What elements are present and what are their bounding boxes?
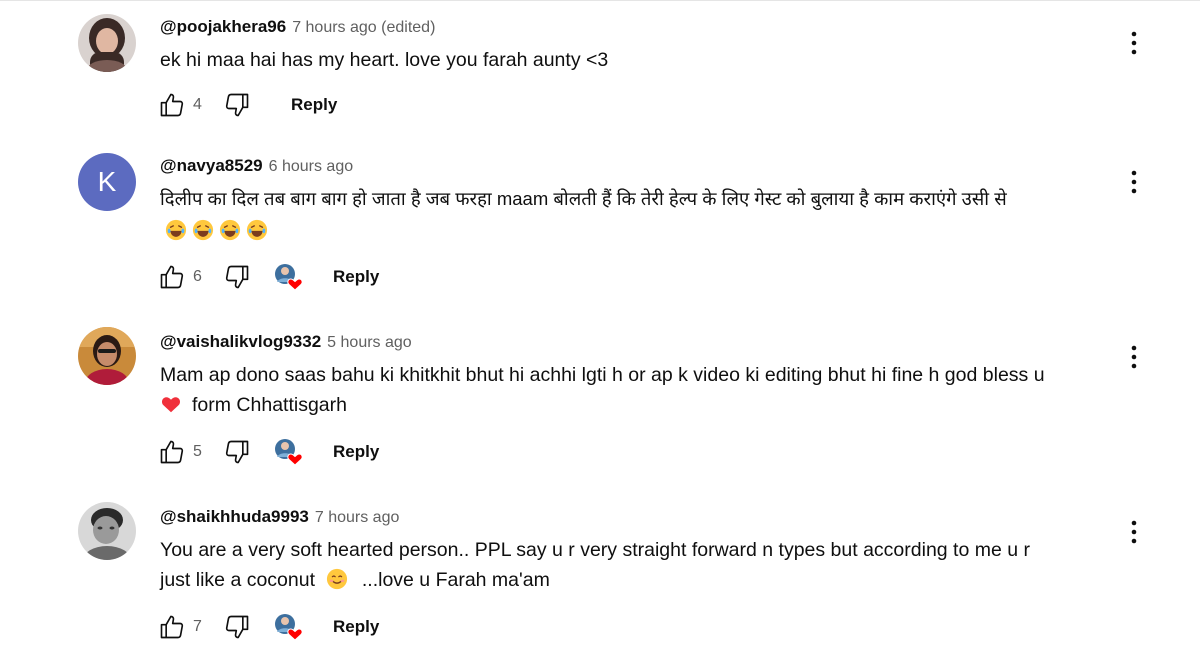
reply-button[interactable]: Reply xyxy=(325,438,387,466)
thumbs-down-icon xyxy=(225,615,249,639)
comment-text-fragment: just like a coconut xyxy=(160,569,316,591)
laughing-emoji-icon xyxy=(247,219,268,241)
like-count: 4 xyxy=(193,96,202,113)
comment-timestamp[interactable]: 6 hours ago xyxy=(269,158,354,175)
more-options-button[interactable] xyxy=(1122,517,1146,547)
like-count: 7 xyxy=(193,618,202,635)
laughing-emoji-icon xyxy=(220,219,241,241)
smiling-emoji-icon xyxy=(327,568,348,590)
comment-text-line: form Chhattisgarh xyxy=(160,390,1120,420)
vertical-dots-icon xyxy=(1131,31,1137,55)
comment-actions: 5 Reply xyxy=(156,437,387,467)
like-count: 6 xyxy=(193,268,202,285)
comment-actions: 7 Reply xyxy=(156,612,387,642)
comment-actions: 6 Reply xyxy=(156,262,387,292)
red-heart-icon xyxy=(161,397,181,413)
comment-header: @shaikhhuda9993 7 hours ago xyxy=(160,505,399,530)
like-button[interactable] xyxy=(156,262,188,292)
comment-thread: @shaikhhuda9993 7 hours ago You are a ver… xyxy=(0,490,1200,655)
comment-thread: K @navya8529 6 hours ago दिलीप का दिल तब … xyxy=(0,140,1200,315)
comment-header: @navya8529 6 hours ago xyxy=(160,154,353,179)
comment-header: @poojakhera96 7 hours ago (edited) xyxy=(160,15,435,40)
comment-text: You are a very soft hearted person.. PPL… xyxy=(160,535,1120,595)
dislike-button[interactable] xyxy=(221,90,253,120)
comment-thread: @vaishalikvlog9332 5 hours ago Mam ap don… xyxy=(0,315,1200,490)
comment-thread: @poojakhera96 7 hours ago (edited) ek hi … xyxy=(0,0,1200,140)
thumbs-down-icon xyxy=(225,440,249,464)
vertical-dots-icon xyxy=(1131,345,1137,369)
thumbs-up-icon xyxy=(160,93,184,117)
dislike-button[interactable] xyxy=(221,262,253,292)
thumbs-down-icon xyxy=(225,93,249,117)
thumbs-up-icon xyxy=(160,440,184,464)
like-count: 5 xyxy=(193,443,202,460)
avatar[interactable] xyxy=(78,502,136,560)
creator-heart-icon xyxy=(273,262,305,292)
comment-author[interactable]: @shaikhhuda9993 xyxy=(160,507,309,526)
creator-heart-icon xyxy=(273,612,305,642)
comment-timestamp[interactable]: 5 hours ago xyxy=(327,334,412,351)
comment-author[interactable]: @vaishalikvlog9332 xyxy=(160,332,321,351)
comment-text: ek hi maa hai has my heart. love you far… xyxy=(160,49,609,71)
laughing-emoji-icon xyxy=(166,219,187,241)
more-options-button[interactable] xyxy=(1122,167,1146,197)
comment-author[interactable]: @poojakhera96 xyxy=(160,17,286,36)
more-options-button[interactable] xyxy=(1122,28,1146,58)
reply-button[interactable]: Reply xyxy=(325,613,387,641)
comment-text-line: You are a very soft hearted person.. PPL… xyxy=(160,539,1030,561)
comment-text-fragment: ...love u Farah ma'am xyxy=(361,569,550,591)
dislike-button[interactable] xyxy=(221,437,253,467)
comment-timestamp[interactable]: 7 hours ago (edited) xyxy=(292,19,435,36)
thumbs-down-icon xyxy=(225,265,249,289)
reply-button[interactable]: Reply xyxy=(325,263,387,291)
comment-timestamp[interactable]: 7 hours ago xyxy=(315,509,400,526)
like-button[interactable] xyxy=(156,90,188,120)
avatar-letter: K xyxy=(97,166,117,197)
avatar[interactable] xyxy=(78,327,136,385)
comment-author[interactable]: @navya8529 xyxy=(160,156,263,175)
thumbs-up-icon xyxy=(160,265,184,289)
comment-text-line: just like a coconut ...love u Farah ma'a… xyxy=(160,565,1120,595)
laughing-emoji-icon xyxy=(193,219,214,241)
more-options-button[interactable] xyxy=(1122,342,1146,372)
comment-text-line: दिलीप का दिल तब बाग बाग हो जाता है जब फर… xyxy=(160,188,1007,209)
comment-text: दिलीप का दिल तब बाग बाग हो जाता है जब फर… xyxy=(160,184,1120,252)
avatar[interactable]: K xyxy=(78,153,136,211)
comment-emojis: 😂 😂 😂 😂 xyxy=(160,216,1120,252)
comment-text-fragment: form Chhattisgarh xyxy=(192,394,347,416)
reply-button[interactable]: Reply xyxy=(283,91,345,119)
comment-header: @vaishalikvlog9332 5 hours ago xyxy=(160,330,412,355)
dislike-button[interactable] xyxy=(221,612,253,642)
creator-heart-icon xyxy=(273,437,305,467)
vertical-dots-icon xyxy=(1131,170,1137,194)
like-button[interactable] xyxy=(156,437,188,467)
comment-actions: 4 Reply xyxy=(156,90,345,120)
comment-text-line: Mam ap dono saas bahu ki khitkhit bhut h… xyxy=(160,364,1045,386)
thumbs-up-icon xyxy=(160,615,184,639)
comment-text: Mam ap dono saas bahu ki khitkhit bhut h… xyxy=(160,360,1120,420)
avatar[interactable] xyxy=(78,14,136,72)
vertical-dots-icon xyxy=(1131,520,1137,544)
like-button[interactable] xyxy=(156,612,188,642)
